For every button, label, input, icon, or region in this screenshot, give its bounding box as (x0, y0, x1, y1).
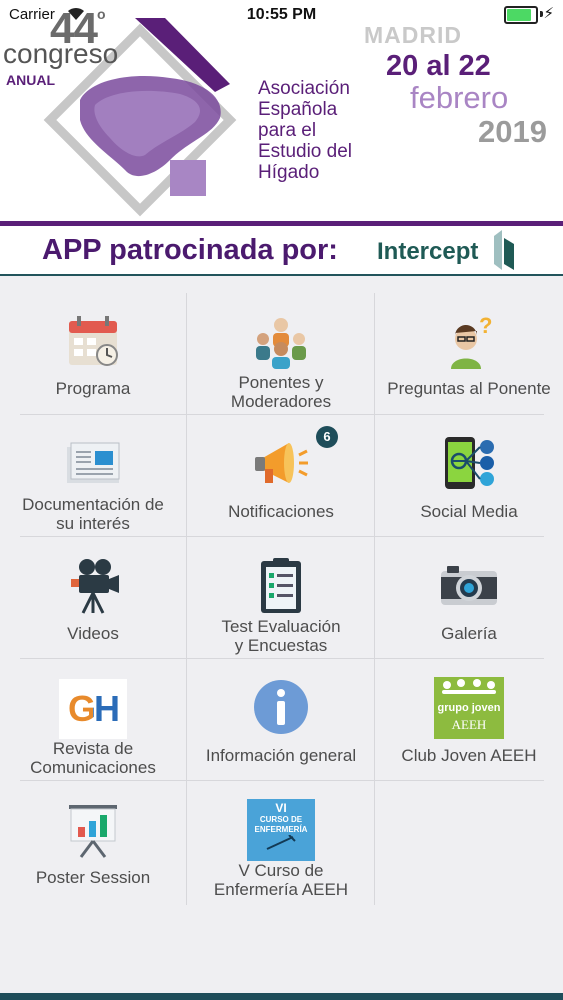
menu-item-galeria[interactable]: Galería (376, 537, 562, 657)
gh-journal-icon: GH (59, 679, 127, 739)
event-dates: 20 al 22 (386, 50, 491, 82)
menu-item-social-media[interactable]: Social Media (376, 415, 562, 535)
menu-item-label: Documentación de su interés (22, 495, 164, 533)
sponsor-logo-text: Intercept (377, 238, 479, 265)
battery-icon (504, 6, 538, 24)
menu-item-label: Galería (441, 624, 497, 643)
megaphone-icon (255, 443, 308, 483)
menu-item-label: Notificaciones (228, 502, 334, 521)
bottom-bar (0, 993, 563, 1000)
menu-item-test-evaluacion[interactable]: Test Evaluación y Encuestas (188, 537, 374, 657)
newspaper-icon (67, 442, 120, 483)
svg-text:?: ? (479, 313, 492, 338)
info-icon (254, 680, 308, 734)
menu-item-notificaciones[interactable]: Notificaciones (188, 415, 374, 535)
menu-item-label: Poster Session (35, 868, 151, 887)
menu-item-label: Revista de Comunicaciones (30, 739, 156, 777)
menu-item-label: Preguntas al Ponente (387, 379, 551, 398)
grupo-joven-icon: grupo joven AEEH (434, 677, 504, 739)
question-person-icon: ? (451, 313, 492, 369)
association-name: Asociación Española para el Estudio del … (258, 78, 353, 183)
menu-item-documentacion[interactable]: Documentación de su interés (0, 415, 186, 535)
menu-item-revista[interactable]: GH Revista de Comunicaciones (0, 659, 186, 779)
congress-anual: ANUAL (6, 72, 55, 88)
photo-camera-icon (441, 566, 497, 605)
clipboard-checklist-icon (261, 558, 301, 613)
social-phone-icon (445, 437, 494, 489)
grid-divider (374, 293, 375, 905)
event-year: 2019 (478, 114, 547, 149)
congress-banner: 44o congreso ANUAL Asociación Española p… (0, 0, 563, 226)
menu-item-ponentes[interactable]: Ponentes y Moderadores (188, 293, 374, 413)
menu-item-label: Club Joven AEEH (401, 746, 537, 765)
menu-item-label: Programa (55, 379, 131, 398)
notification-count-badge: 6 (316, 426, 338, 448)
menu-item-label: Test Evaluación y Encuestas (221, 617, 341, 655)
menu-item-videos[interactable]: Videos (0, 537, 186, 657)
status-bar: Carrier 10:55 PM ⚡ (0, 0, 563, 30)
menu-item-label: V Curso de Enfermería AEEH (213, 861, 349, 899)
menu-item-programa[interactable]: Programa (0, 293, 186, 413)
charging-icon: ⚡ (543, 5, 554, 22)
menu-item-preguntas[interactable]: ? Preguntas al Ponente (376, 293, 562, 413)
calendar-icon (69, 316, 118, 366)
video-camera-icon (71, 559, 119, 614)
speakers-group-icon (256, 318, 306, 369)
menu-item-informacion[interactable]: Información general (188, 659, 374, 779)
sponsor-bar: APP patrocinada por: Intercept (0, 226, 563, 276)
menu-item-label: Social Media (420, 502, 518, 521)
sponsor-label: APP patrocinada por: (42, 234, 338, 266)
intercept-logo-icon (494, 230, 514, 270)
grid-divider (186, 293, 187, 905)
menu-item-label: Ponentes y Moderadores (230, 373, 332, 411)
nursing-course-icon: VI CURSO DE ENFERMERÍA (247, 799, 315, 861)
menu-item-label: Videos (67, 624, 119, 643)
menu-item-club-joven[interactable]: grupo joven AEEH Club Joven AEEH (376, 659, 562, 779)
congress-word: congreso (3, 38, 119, 69)
presentation-board-icon (69, 805, 117, 858)
menu-item-poster-session[interactable]: Poster Session (0, 781, 186, 901)
menu-item-label: Información general (205, 746, 357, 765)
menu-item-curso-enfermeria[interactable]: VI CURSO DE ENFERMERÍA V Curso de Enferm… (188, 781, 374, 901)
event-month: febrero (410, 80, 509, 115)
status-time: 10:55 PM (246, 6, 317, 23)
